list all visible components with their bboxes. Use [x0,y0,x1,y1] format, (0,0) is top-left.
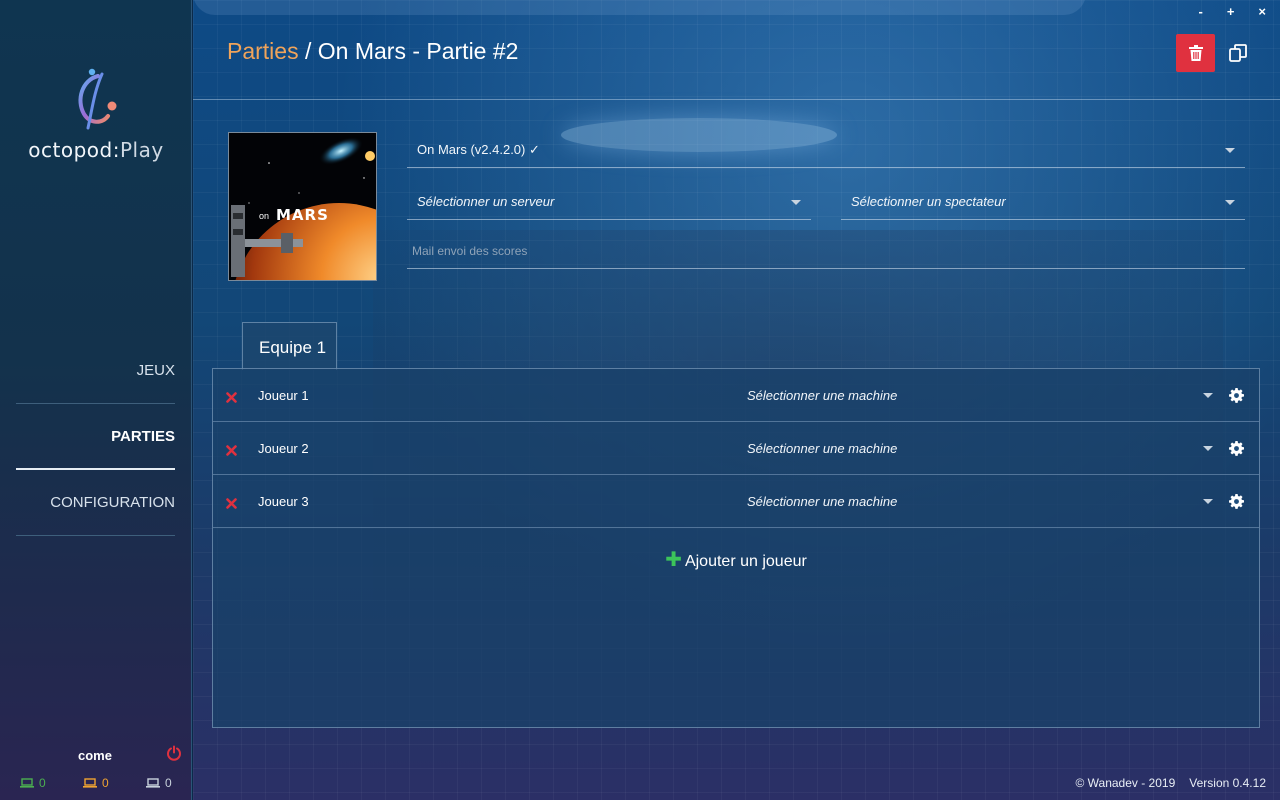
status-online: 0 [20,776,46,790]
add-player-label: Ajouter un joueur [684,553,807,570]
chevron-down-icon [791,200,801,205]
status-offline-count: 0 [165,776,172,790]
add-player-button[interactable]: ✚ Ajouter un joueur [213,547,1259,572]
logo-text: octopod:Play [28,138,164,162]
gear-icon[interactable] [1229,388,1244,408]
chevron-down-icon [1203,446,1213,451]
game-version-value: On Mars (v2.4.2.0) ✓ [417,142,540,157]
laptop-icon [20,778,34,788]
remove-player-icon[interactable] [226,443,237,461]
game-version-select[interactable]: On Mars (v2.4.2.0) ✓ [407,132,1245,168]
game-cover-image: on MARS [228,132,377,281]
duplicate-button[interactable] [1229,44,1247,67]
nav-item-jeux[interactable]: JEUX [16,338,175,404]
machine-select-value: Sélectionner une machine [747,494,898,509]
chevron-down-icon [1203,393,1213,398]
team-panel: Joueur 1 Sélectionner une machine Joueur… [212,368,1260,728]
laptop-icon [146,778,160,788]
breadcrumb-separator: / [298,38,318,64]
gear-icon[interactable] [1229,441,1244,461]
chevron-down-icon [1225,148,1235,153]
close-button[interactable]: × [1258,4,1266,19]
copyright-text: © Wanadev - 2019 [1075,776,1176,790]
user-name: come [78,748,112,763]
breadcrumb: Parties / On Mars - Partie #2 [227,38,518,65]
page-title: On Mars - Partie #2 [317,38,519,64]
status-busy-count: 0 [102,776,109,790]
player-name: Joueur 2 [258,441,309,456]
breadcrumb-parties-link[interactable]: Parties [227,38,299,64]
maximize-button[interactable]: + [1227,4,1235,19]
score-mail-field[interactable] [407,236,1245,269]
machine-select-value: Sélectionner une machine [747,441,898,456]
remove-player-icon[interactable] [226,390,237,408]
machine-select[interactable]: Sélectionner une machine [743,379,1213,411]
score-mail-input[interactable] [412,244,1232,258]
server-select[interactable]: Sélectionner un serveur [407,184,811,220]
header-divider [193,99,1280,100]
spectator-select-value: Sélectionner un spectateur [851,194,1006,209]
status-busy: 0 [83,776,109,790]
power-icon[interactable] [166,745,182,766]
remove-player-icon[interactable] [226,496,237,514]
server-select-value: Sélectionner un serveur [417,194,555,209]
copy-icon [1229,44,1247,62]
trash-icon [1188,45,1203,61]
nav-item-parties[interactable]: PARTIES [16,404,175,470]
chevron-down-icon [1225,200,1235,205]
footer: © Wanadev - 2019 Version 0.4.12 [1075,776,1266,790]
status-online-count: 0 [39,776,46,790]
player-name: Joueur 1 [258,388,309,403]
delete-button[interactable] [1176,34,1215,72]
gear-icon[interactable] [1229,494,1244,514]
player-row: Joueur 1 Sélectionner une machine [213,369,1259,422]
machine-select[interactable]: Sélectionner une machine [743,485,1213,517]
spectator-select[interactable]: Sélectionner un spectateur [841,184,1245,220]
machine-select[interactable]: Sélectionner une machine [743,432,1213,464]
main-content: - + × Parties / On Mars - Partie #2 on M… [193,0,1280,800]
player-row: Joueur 3 Sélectionner une machine [213,475,1259,528]
status-offline: 0 [146,776,172,790]
player-row: Joueur 2 Sélectionner une machine [213,422,1259,475]
plus-icon: ✚ [665,549,682,571]
user-row: come [0,744,192,766]
window-controls: - + × [1198,4,1266,19]
tab-equipe-1[interactable]: Equipe 1 [242,322,337,370]
minimize-button[interactable]: - [1198,4,1202,19]
app-logo: octopod:Play [0,66,192,162]
player-name: Joueur 3 [258,494,309,509]
sidebar: octopod:Play JEUX PARTIES CONFIGURATION … [0,0,192,800]
machine-status-row: 0 0 0 [0,774,192,794]
laptop-icon [83,778,97,788]
octopod-logo-icon [78,68,117,130]
cover-on-text: on [259,211,269,221]
version-text: Version 0.4.12 [1189,776,1266,790]
cover-title-text: MARS [276,206,329,224]
machine-select-value: Sélectionner une machine [747,388,898,403]
background-decoration [193,0,1086,15]
main-nav: JEUX PARTIES CONFIGURATION [16,338,175,536]
nav-item-configuration[interactable]: CONFIGURATION [16,470,175,536]
chevron-down-icon [1203,499,1213,504]
